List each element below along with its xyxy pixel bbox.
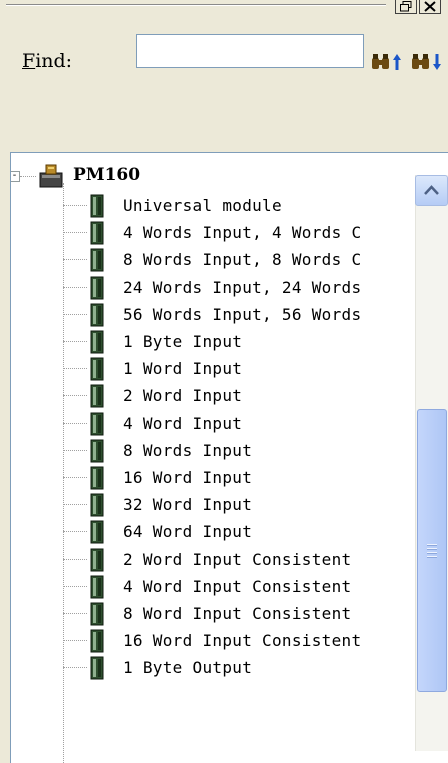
tree-item[interactable]: 2 Word Input Consistent [11, 547, 421, 572]
tree-connector [63, 558, 87, 560]
slot-module-icon [90, 330, 104, 354]
slot-module-icon [90, 575, 104, 599]
scroll-up-button[interactable] [415, 175, 448, 206]
tree-item-label: 2 Word Input Consistent [123, 549, 352, 569]
tree-connector [63, 205, 87, 206]
slot-module-icon [90, 384, 104, 408]
tree-connector [63, 449, 87, 451]
thumb-grip [427, 548, 437, 550]
find-down-button[interactable] [410, 50, 446, 76]
restore-button[interactable] [395, 0, 417, 14]
tree-item-label: 64 Word Input [123, 522, 253, 542]
tree-connector [63, 232, 87, 234]
tree-connector [63, 313, 87, 315]
tree-item[interactable]: 4 Words Input, 4 Words C [11, 220, 421, 245]
find-up-button[interactable] [370, 50, 406, 76]
tree-item[interactable]: 1 Byte Output [11, 655, 421, 680]
tree-item[interactable]: 56 Words Input, 56 Words [11, 302, 421, 327]
tree-item-label: 32 Word Input [123, 495, 253, 515]
slot-module-icon [90, 194, 104, 218]
slot-module-icon [90, 248, 104, 272]
slot-module-icon [90, 520, 104, 544]
tree-connector [63, 259, 87, 261]
top-strip [0, 0, 448, 16]
tree-connector [20, 176, 36, 177]
scroll-thumb[interactable] [417, 409, 447, 692]
tree-item[interactable]: 1 Byte Input [11, 329, 421, 354]
slot-module-icon [90, 602, 104, 626]
catalog-tree[interactable]: - PM160 Universal module 4 Words Input, 4… [10, 152, 448, 763]
tree-item-label: 4 Words Input, 4 Words C [123, 223, 362, 243]
tree-item-label: 8 Words Input [123, 440, 253, 460]
tree-root-label: PM160 [73, 165, 141, 185]
tree-item[interactable]: 1 Word Input [11, 356, 421, 381]
close-button[interactable] [419, 0, 441, 14]
tree-item-label: 4 Word Input [123, 413, 243, 433]
tree-item-label: 16 Word Input [123, 468, 253, 487]
tree-item-label: 1 Byte Output [123, 658, 253, 678]
find-label: Find: [22, 50, 73, 72]
slot-module-icon [90, 303, 104, 327]
slot-module-icon [90, 276, 104, 300]
tree-item-label: 2 Word Input [123, 386, 243, 406]
tree-connector [63, 640, 87, 642]
slot-module-icon [90, 493, 104, 517]
tree-item-label: 4 Word Input Consistent [123, 576, 352, 596]
tree-connector [63, 585, 87, 587]
thumb-grip [427, 552, 437, 554]
tree-connector [63, 667, 87, 669]
tree-item[interactable]: 16 Word Input [11, 465, 421, 490]
tree-item-label: 16 Word Input Consistent [123, 631, 362, 651]
tree-connector [63, 504, 87, 506]
tree-item-label: 8 Word Input Consistent [123, 604, 352, 623]
slot-module-icon [90, 221, 104, 245]
tree-connector [63, 395, 87, 397]
tree-item[interactable]: 4 Word Input Consistent [11, 574, 421, 599]
slot-module-icon [90, 466, 104, 490]
close-icon [424, 1, 436, 12]
thumb-grip [427, 556, 437, 558]
restore-window-icon [400, 1, 412, 12]
slot-module-icon [90, 548, 104, 572]
tree-connector [63, 286, 87, 288]
tree-item[interactable]: 8 Word Input Consistent [11, 601, 421, 626]
thumb-grip [427, 544, 437, 546]
tree-item-label: 8 Words Input, 8 Words C [123, 250, 362, 270]
binoculars-down-arrow-icon [412, 54, 441, 70]
tree-connector [63, 368, 87, 370]
slot-module-icon [90, 357, 104, 381]
tree-connector [63, 613, 87, 614]
slot-module-icon [90, 412, 104, 436]
slot-module-icon [90, 656, 104, 680]
tree-item-label: 56 Words Input, 56 Words [123, 304, 362, 324]
tree-item[interactable]: 2 Word Input [11, 383, 421, 408]
tree-item[interactable]: 32 Word Input [11, 492, 421, 517]
binoculars-up-arrow-icon [372, 54, 401, 70]
tree-item[interactable]: 16 Word Input Consistent [11, 628, 421, 653]
tree-item[interactable]: 8 Words Input [11, 438, 421, 463]
tree-connector [63, 477, 87, 478]
slot-module-icon [90, 629, 104, 653]
tree-item-label: 1 Byte Input [123, 332, 243, 351]
tree-item[interactable]: 4 Word Input [11, 411, 421, 436]
tree-connector [63, 422, 87, 424]
chevron-up-icon [424, 185, 439, 195]
tree-connector [63, 531, 87, 533]
slot-module-icon [90, 439, 104, 463]
separator-line [6, 4, 386, 6]
tree-item[interactable]: 8 Words Input, 8 Words C [11, 247, 421, 272]
tree-item[interactable]: Universal module [11, 193, 421, 218]
device-module-icon [39, 164, 63, 188]
tree-item-label: 1 Word Input [123, 359, 243, 379]
tree-item-label: Universal module [123, 196, 282, 215]
find-input[interactable] [136, 34, 364, 68]
tree-connector [63, 341, 87, 342]
tree-item-label: 24 Words Input, 24 Words [123, 277, 362, 297]
tree-item[interactable]: 64 Word Input [11, 519, 421, 544]
tree-item[interactable]: 24 Words Input, 24 Words [11, 275, 421, 300]
collapse-toggle[interactable]: - [11, 171, 20, 182]
